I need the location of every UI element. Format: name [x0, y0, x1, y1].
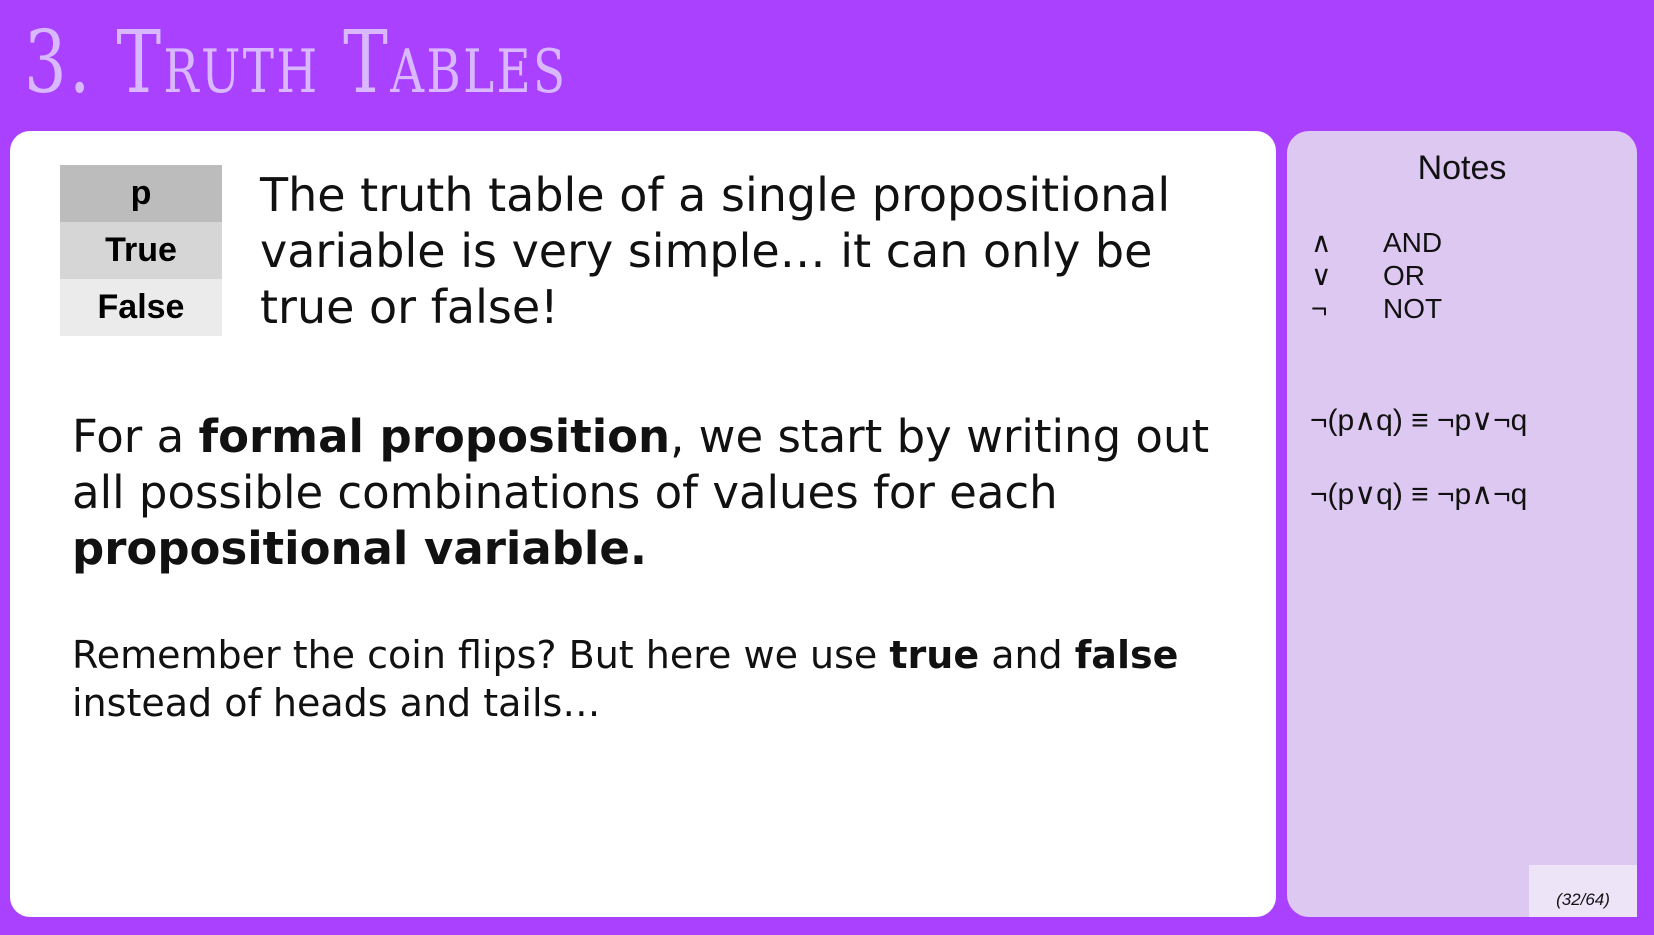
truth-table: p True False [60, 165, 222, 336]
truth-table-row: True [60, 222, 222, 279]
notes-title: Notes [1417, 149, 1507, 187]
page-counter: (32/64) [1529, 865, 1637, 917]
truth-table-header-row: p [60, 165, 222, 222]
remember-text-part: and [979, 633, 1075, 677]
formal-proposition-paragraph: For a formal proposition, we start by wr… [72, 409, 1272, 577]
truth-table-header-p: p [60, 165, 222, 222]
legend-row-or: ∨ OR [1311, 259, 1442, 292]
remember-paragraph: Remember the coin flips? But here we use… [72, 631, 1272, 727]
legend-row-not: ¬ NOT [1311, 292, 1442, 325]
de-morgan-law-or: ¬(p∨q) ≡ ¬p∧¬q [1310, 478, 1528, 511]
de-morgan-law-and: ¬(p∧q) ≡ ¬p∨¬q [1310, 404, 1528, 437]
intro-paragraph: The truth table of a single propositiona… [260, 168, 1171, 334]
legend-row-and: ∧ AND [1311, 226, 1442, 259]
notes-panel: Notes ∧ AND ∨ OR ¬ NOT ¬(p∧q) ≡ ¬p∨¬q ¬(… [1287, 131, 1637, 917]
and-symbol: ∧ [1311, 227, 1332, 258]
not-symbol: ¬ [1311, 293, 1328, 324]
formal-proposition-term: formal proposition [198, 410, 671, 463]
formal-text-part: For a [72, 410, 199, 463]
slide-title: 3. Truth Tables [24, 13, 568, 113]
false-term: false [1074, 633, 1179, 677]
remember-text-part: instead of heads and tails… [72, 681, 601, 725]
operator-legend: ∧ AND ∨ OR ¬ NOT [1311, 226, 1442, 325]
and-meaning: AND [1383, 227, 1443, 258]
truth-table-row: False [60, 279, 222, 336]
remember-text-part: Remember the coin flips? But here we use [72, 633, 890, 677]
main-content-card: p True False The truth table of a single… [10, 131, 1276, 917]
or-symbol: ∨ [1311, 260, 1332, 291]
truth-table-cell-true: True [60, 222, 222, 279]
not-meaning: NOT [1383, 293, 1443, 324]
truth-table-cell-false: False [60, 279, 222, 336]
propositional-variable-term: propositional variable. [72, 522, 647, 575]
true-term: true [889, 633, 980, 677]
or-meaning: OR [1383, 260, 1425, 291]
